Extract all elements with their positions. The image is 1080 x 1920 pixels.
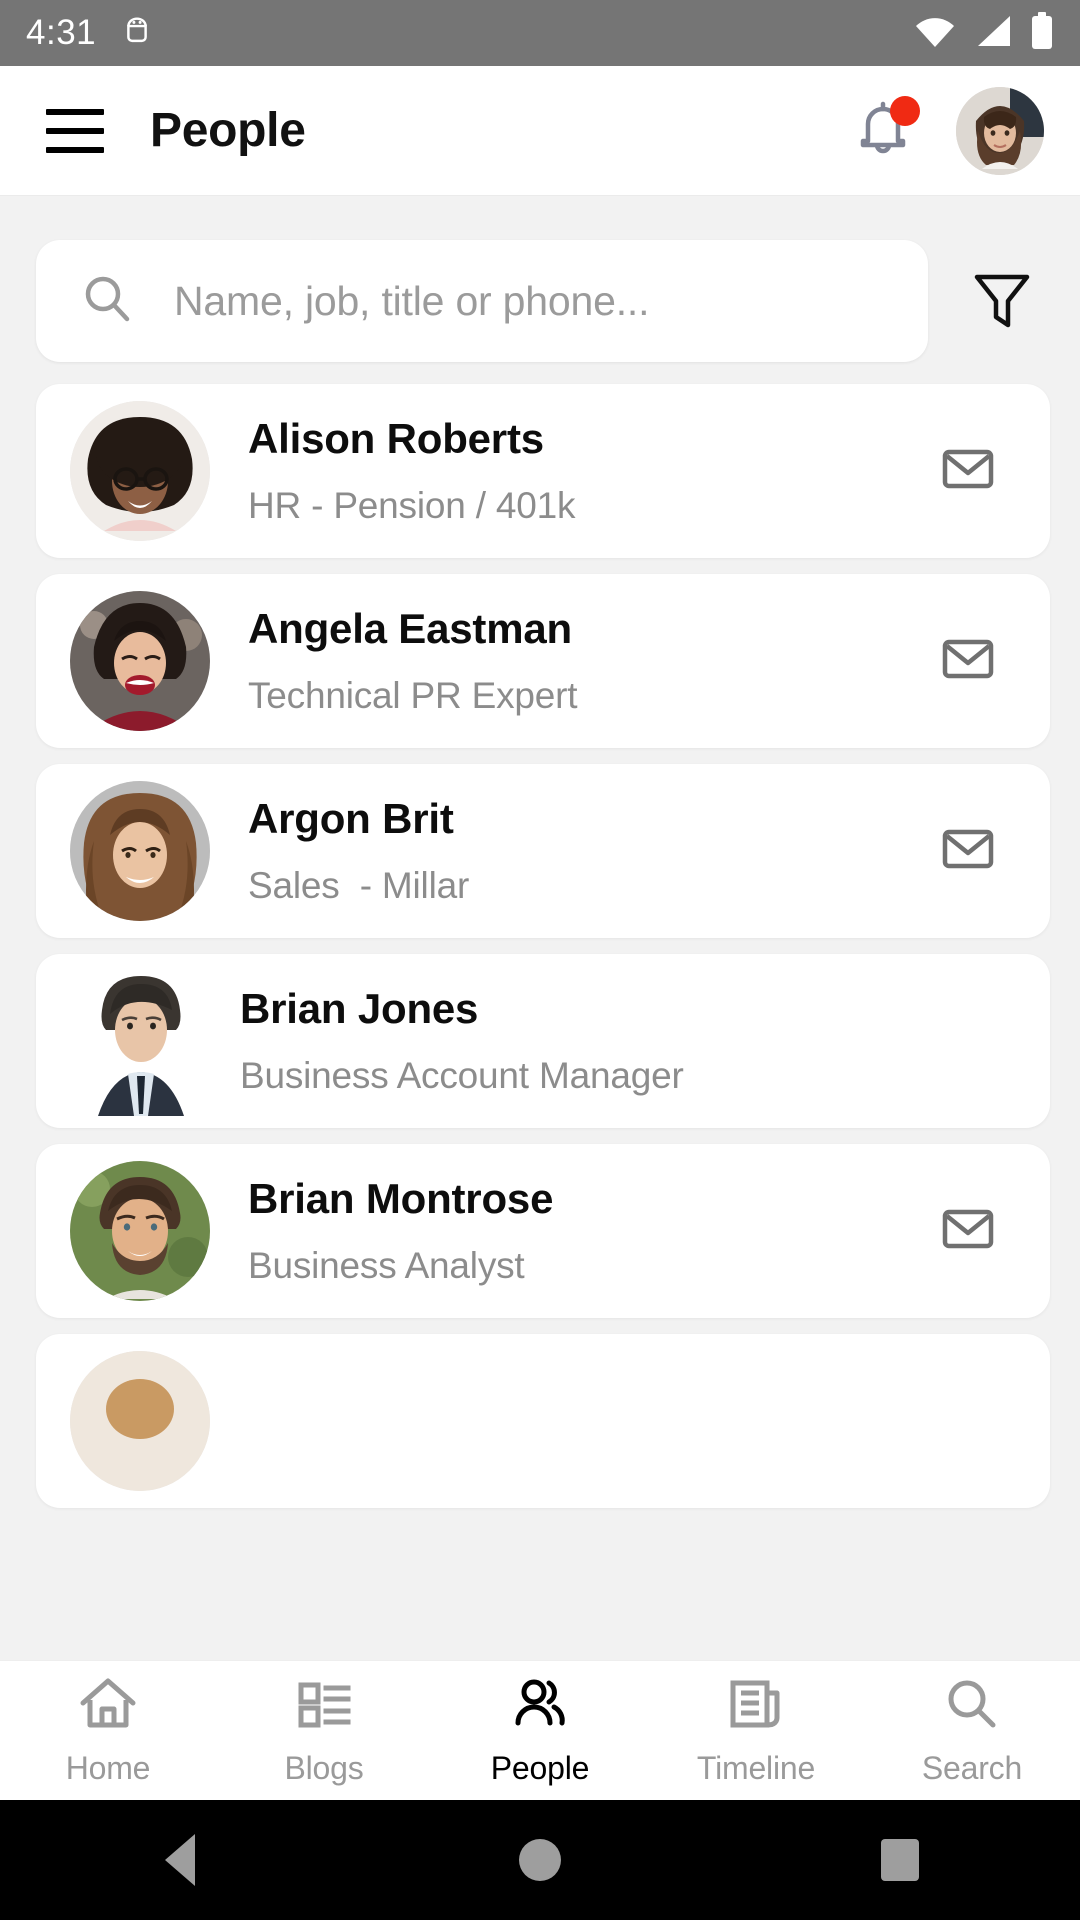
status-bar-right [914,11,1054,55]
person-info: Alison Roberts HR - Pension / 401k [248,415,932,527]
person-name: Brian Montrose [248,1175,554,1222]
email-button[interactable] [932,435,1004,507]
email-button[interactable] [932,815,1004,887]
table-row-partial[interactable] [36,1334,1050,1508]
table-row[interactable]: Angela Eastman Technical PR Expert [36,574,1050,748]
person-info: Brian Montrose Business Analyst [248,1175,932,1287]
avatar [70,1161,210,1301]
home-circle-icon [519,1839,561,1881]
nav-item-people[interactable]: People [432,1661,648,1800]
person-info: Angela Eastman Technical PR Expert [248,605,932,717]
filter-funnel-icon [971,267,1033,336]
avatar [70,781,210,921]
nav-item-blogs[interactable]: Blogs [216,1661,432,1800]
table-row[interactable]: Brian Montrose Business Analyst [36,1144,1050,1318]
filter-button[interactable] [954,253,1050,349]
phone-screen: 4:31 People Name, job, title or phone...… [0,0,1080,1920]
email-button[interactable] [932,1195,1004,1267]
table-row[interactable]: Brian Jones Business Account Manager [36,954,1050,1128]
nav-label: People [490,1749,590,1786]
status-clock: 4:31 [26,13,97,52]
hamburger-line [46,108,104,115]
person-role: Sales - Millar [248,865,470,906]
envelope-icon [939,820,997,883]
avatar [70,401,210,541]
person-info: Argon Brit Sales - Millar [248,795,932,907]
android-debug-icon [122,15,152,52]
list-grid-icon [293,1675,355,1738]
nav-label: Home [65,1749,151,1786]
android-navigation-bar [0,1800,1080,1920]
person-name: Brian Jones [240,985,479,1032]
avatar[interactable] [956,86,1044,175]
avatar [70,1351,210,1491]
newspaper-icon [725,1675,787,1738]
envelope-icon [939,1200,997,1263]
envelope-icon [939,440,997,503]
person-name: Angela Eastman [248,605,572,652]
nav-label: Timeline [696,1749,816,1786]
page-title: People [150,104,306,157]
search-placeholder: Name, job, title or phone... [174,277,650,324]
person-role: HR - Pension / 401k [248,485,576,526]
person-role: Technical PR Expert [248,675,578,716]
search-icon [80,272,134,331]
app-bar: People [0,66,1080,196]
bottom-navigation: Home Blogs People Timeline Search [0,1660,1080,1800]
people-icon [509,1675,571,1738]
person-role: Business Account Manager [240,1055,684,1096]
home-button[interactable] [450,1800,630,1920]
content-area: Name, job, title or phone... Alison Robe… [0,196,1080,1660]
cell-signal-icon [974,14,1012,53]
person-name: Alison Roberts [248,415,544,462]
nav-label: Search [921,1749,1023,1786]
avatar [80,966,202,1116]
home-icon [77,1675,139,1738]
status-bar-left: 4:31 [26,13,152,53]
nav-item-search[interactable]: Search [864,1661,1080,1800]
nav-label: Blogs [284,1749,364,1786]
hamburger-line [46,146,104,153]
recents-square-icon [881,1839,919,1881]
people-list: Alison Roberts HR - Pension / 401k Angel… [0,384,1080,1508]
app-bar-actions [852,86,1044,175]
person-info: Brian Jones Business Account Manager [240,985,932,1097]
search-icon [941,1675,1003,1738]
avatar [70,591,210,731]
recents-button[interactable] [810,1800,990,1920]
search-row: Name, job, title or phone... [0,196,1080,384]
person-role: Business Analyst [248,1245,525,1286]
person-name: Argon Brit [248,795,454,842]
notification-badge [890,95,920,126]
table-row[interactable]: Alison Roberts HR - Pension / 401k [36,384,1050,558]
envelope-icon [939,630,997,693]
email-button[interactable] [932,625,1004,697]
status-bar: 4:31 [0,0,1080,66]
nav-item-timeline[interactable]: Timeline [648,1661,864,1800]
nav-item-home[interactable]: Home [0,1661,216,1800]
table-row[interactable]: Argon Brit Sales - Millar [36,764,1050,938]
wifi-icon [914,14,956,53]
back-triangle-icon [165,1834,195,1886]
notifications-button[interactable] [852,95,920,164]
hamburger-menu-icon[interactable] [46,108,104,153]
search-input[interactable]: Name, job, title or phone... [36,240,928,362]
back-button[interactable] [90,1800,270,1920]
battery-icon [1030,11,1054,55]
hamburger-line [46,127,104,134]
